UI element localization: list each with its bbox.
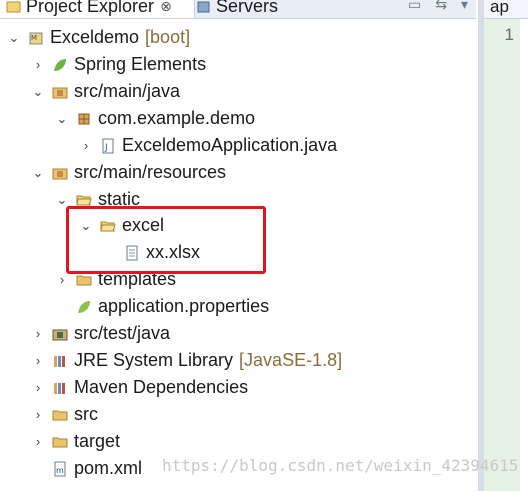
tree-label: Spring Elements [74,54,207,74]
source-folder-icon [52,329,68,340]
svg-text:M: M [31,34,37,42]
editor-tab[interactable]: ap [484,0,528,19]
chevron-right-icon[interactable]: › [30,380,46,395]
chevron-down-icon[interactable]: ⌄ [6,30,22,46]
chevron-right-icon[interactable]: › [30,57,46,72]
chevron-right-icon[interactable]: › [30,407,46,422]
spring-leaf-icon [54,58,66,71]
tree-item-app-class[interactable]: › J ExceldemoApplication.java [78,132,337,159]
servers-icon [197,1,210,12]
chevron-right-icon[interactable]: › [78,138,94,153]
line-number: 1 [504,25,514,44]
tree-label: com.example.demo [98,108,256,128]
tab-project-explorer-label: Project Explorer [26,0,155,16]
tree-item-maven[interactable]: › Maven Dependencies [30,374,248,401]
tab-project-explorer[interactable]: Project Explorer ⊗ [0,0,195,18]
tree-label: application.properties [98,296,270,316]
tree-item-src-main-resources[interactable]: ⌄ src/main/resources [30,159,227,186]
chevron-down-icon[interactable]: ⌄ [54,111,70,127]
tree-label: src/main/resources [74,162,227,182]
tree-item-pom[interactable]: m pom.xml [30,455,142,482]
library-icon [54,382,65,394]
folder-icon [52,437,68,447]
tab-servers[interactable]: Servers [196,0,279,18]
java-file-icon: J [102,138,114,153]
tree-label: ExceldemoApplication.java [122,135,338,155]
svg-text:m: m [56,466,64,475]
tree-label: src [74,404,98,424]
tree-item-src[interactable]: › src [30,401,98,428]
chevron-right-icon[interactable]: › [30,353,46,368]
source-folder-icon [52,168,68,179]
tree-item-spring-elements[interactable]: › Spring Elements [30,51,206,78]
jre-decoration: [JavaSE-1.8] [239,350,343,370]
chevron-right-icon[interactable]: › [30,326,46,341]
tree-item-properties[interactable]: application.properties [54,293,269,320]
close-tab-icon[interactable]: ⊗ [160,0,172,15]
view-tab-bar: Project Explorer ⊗ Servers ▭ ⇆ ▾ [0,0,476,19]
tree-item-target[interactable]: › target [30,428,120,455]
tree-label: pom.xml [74,458,143,478]
library-icon [54,355,65,367]
tree-item-project[interactable]: ⌄ M Exceldemo [boot] [6,24,191,51]
source-folder-icon [52,87,68,98]
minimize-icon[interactable]: ▭ [408,0,421,13]
maven-pom-icon: m [54,461,66,476]
package-icon [78,113,90,124]
spring-leaf-icon [78,300,90,313]
tab-servers-label: Servers [216,0,279,16]
project-decoration: [boot] [145,27,191,47]
project-explorer-icon [6,1,21,12]
line-number-gutter: 1 [484,19,520,491]
tree-label: JRE System Library [74,350,234,370]
boot-project-icon: M [29,32,43,44]
chevron-right-icon[interactable]: › [54,272,70,287]
chevron-down-icon[interactable]: ⌄ [30,165,46,181]
chevron-right-icon[interactable]: › [30,434,46,449]
view-toolbar: ▭ ⇆ ▾ [408,0,468,13]
watermark: https://blog.csdn.net/weixin_42394615 [162,456,519,475]
folder-icon [52,410,68,420]
tree-label: src/test/java [74,323,171,343]
project-name: Exceldemo [50,27,140,47]
tree-label: target [74,431,121,451]
editor-tab-label: ap [490,0,509,16]
tree-label: src/main/java [74,81,181,101]
chevron-down-icon[interactable]: ⌄ [30,84,46,100]
tree-label: Maven Dependencies [74,377,249,397]
editor-area: ap 1 [484,0,528,491]
tree-item-jre[interactable]: › JRE System Library [JavaSE-1.8] [30,347,342,374]
link-with-editor-icon[interactable]: ⇆ [435,0,447,13]
tree-item-package[interactable]: ⌄ com.example.demo [54,105,256,132]
tree-item-src-test-java[interactable]: › src/test/java [30,320,170,347]
svg-text:J: J [104,143,108,153]
tree-item-src-main-java[interactable]: ⌄ src/main/java [30,78,180,105]
view-menu-icon[interactable]: ▾ [461,0,468,13]
highlight-box [66,206,266,274]
